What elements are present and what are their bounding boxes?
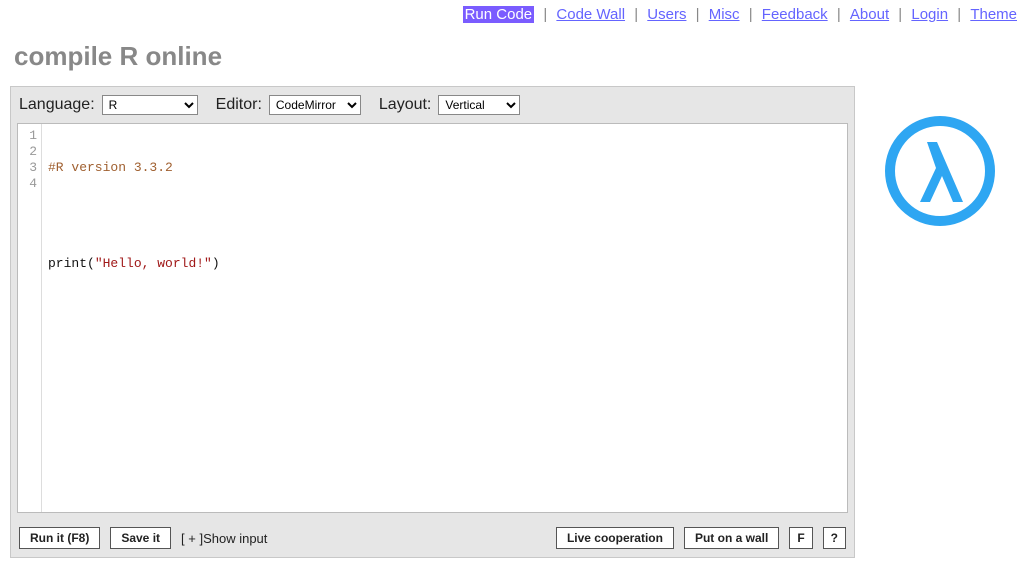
nav-separator: | [634, 6, 638, 23]
code-area[interactable]: #R version 3.3.2 print("Hello, world!") [42, 124, 847, 512]
fullscreen-button[interactable]: F [789, 527, 812, 549]
nav-misc[interactable]: Misc [709, 6, 740, 23]
expand-icon: [ + ] [181, 531, 203, 546]
nav-separator: | [837, 6, 841, 23]
editor-select[interactable]: CodeMirror [269, 95, 361, 115]
nav-feedback[interactable]: Feedback [762, 6, 828, 23]
nav-separator: | [696, 6, 700, 23]
nav-about[interactable]: About [850, 6, 889, 23]
layout-select[interactable]: Vertical [438, 95, 520, 115]
code-string: "Hello, world!" [95, 256, 212, 271]
show-input-toggle[interactable]: [ + ] Show input [181, 531, 267, 546]
code-paren: ( [87, 256, 95, 271]
code-editor[interactable]: 1 2 3 4 #R version 3.3.2 print("Hello, w… [17, 123, 848, 513]
sidebar [855, 86, 1015, 226]
gutter-line: 2 [18, 144, 37, 160]
code-identifier: print [48, 256, 87, 271]
gutter-line: 1 [18, 128, 37, 144]
editor-label: Editor: [216, 96, 262, 114]
nav-separator: | [898, 6, 902, 23]
nav-run-code[interactable]: Run Code [463, 6, 535, 23]
run-button[interactable]: Run it (F8) [19, 527, 100, 549]
help-button[interactable]: ? [823, 527, 846, 549]
live-cooperation-button[interactable]: Live cooperation [556, 527, 674, 549]
bottom-bar: Run it (F8) Save it [ + ] Show input Liv… [17, 525, 848, 551]
top-nav: Run Code | Code Wall | Users | Misc | Fe… [0, 0, 1029, 31]
nav-login[interactable]: Login [911, 6, 948, 23]
nav-separator: | [957, 6, 961, 23]
nav-users[interactable]: Users [647, 6, 686, 23]
controls-row: Language: R Editor: CodeMirror Layout: V… [17, 93, 848, 123]
page-title: compile R online [0, 31, 1029, 86]
nav-separator: | [543, 6, 547, 23]
nav-code-wall[interactable]: Code Wall [556, 6, 625, 23]
editor-gutter: 1 2 3 4 [18, 124, 42, 512]
gutter-line: 3 [18, 160, 37, 176]
code-paren: ) [212, 256, 220, 271]
show-input-label: Show input [203, 531, 267, 546]
code-comment: #R version 3.3.2 [48, 160, 173, 175]
save-button[interactable]: Save it [110, 527, 171, 549]
nav-theme[interactable]: Theme [970, 6, 1017, 23]
nav-separator: | [749, 6, 753, 23]
lambda-logo-icon [885, 116, 995, 226]
language-select[interactable]: R [102, 95, 198, 115]
main-panel: Language: R Editor: CodeMirror Layout: V… [10, 86, 855, 558]
gutter-line: 4 [18, 176, 37, 192]
layout-label: Layout: [379, 96, 431, 114]
language-label: Language: [19, 96, 95, 114]
put-on-wall-button[interactable]: Put on a wall [684, 527, 779, 549]
